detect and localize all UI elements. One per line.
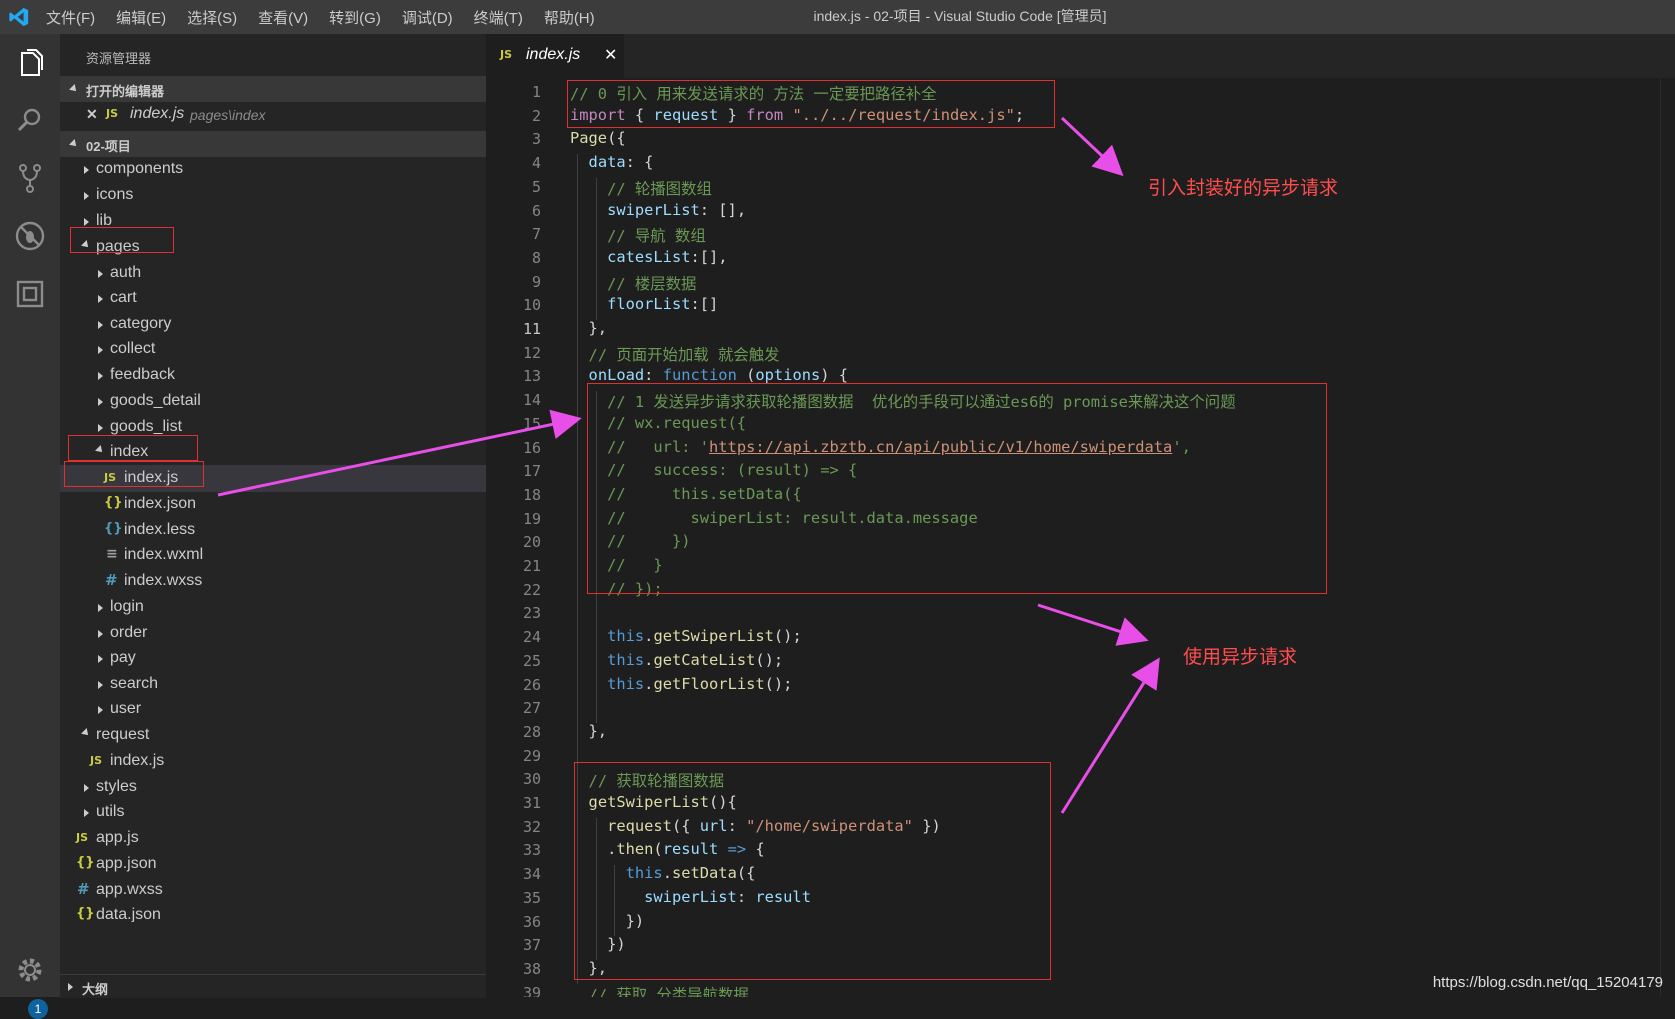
arrow-to-usage-note-from-calls [1037,603,1149,646]
annotation-arrows [217,116,1160,814]
arrow-to-code-from-tree [217,409,582,497]
arrow-to-import-note [1060,116,1124,177]
watermark: https://blog.csdn.net/qq_15204179 [1432,974,1663,991]
arrow-to-usage-note-from-method [1060,657,1160,814]
settings-update-badge: 1 [28,999,48,1019]
